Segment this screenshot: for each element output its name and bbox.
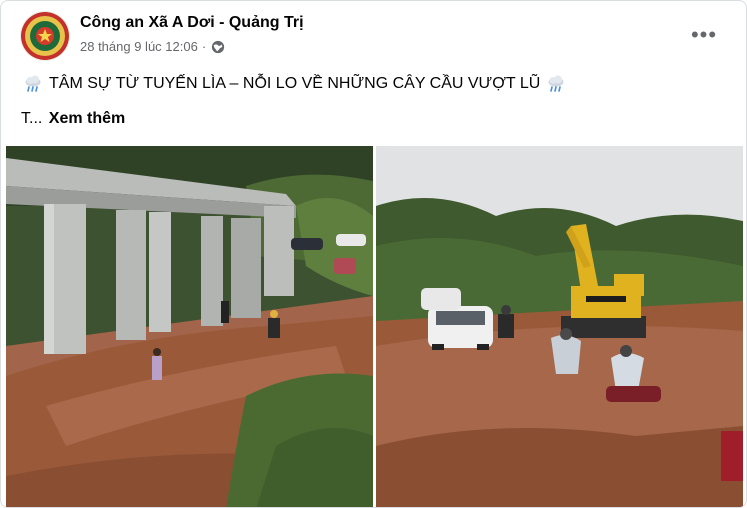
globe-icon — [211, 40, 225, 54]
more-options-icon[interactable]: ••• — [686, 17, 722, 53]
post-body-preview: T... Xem thêm — [21, 108, 125, 130]
bridge-pillars-muddy-road-photo[interactable] — [6, 146, 373, 507]
rain-cloud-icon — [546, 74, 566, 94]
facebook-post-card: Công an Xã A Dơi - Quảng Trị 28 tháng 9 … — [0, 0, 747, 508]
post-meta: 28 tháng 9 lúc 12:06 · — [80, 39, 225, 55]
post-timestamp[interactable]: 28 tháng 9 lúc 12:06 — [80, 39, 198, 55]
post-headline: TÂM SỰ TỪ TUYẾN LÌA – NỖI LO VỀ NHỮNG CÂ… — [49, 75, 541, 92]
see-more-link[interactable]: Xem thêm — [49, 110, 125, 127]
excavator-flooded-road-photo[interactable] — [376, 146, 743, 507]
page-name[interactable]: Công an Xã A Dơi - Quảng Trị — [80, 13, 304, 33]
page-avatar[interactable] — [21, 12, 69, 60]
rain-cloud-icon — [23, 74, 43, 94]
post-headline-line: TÂM SỰ TỪ TUYẾN LÌA – NỖI LO VỀ NHỮNG CÂ… — [21, 73, 568, 95]
meta-separator: · — [201, 39, 207, 54]
post-body-text: T... — [21, 110, 43, 127]
